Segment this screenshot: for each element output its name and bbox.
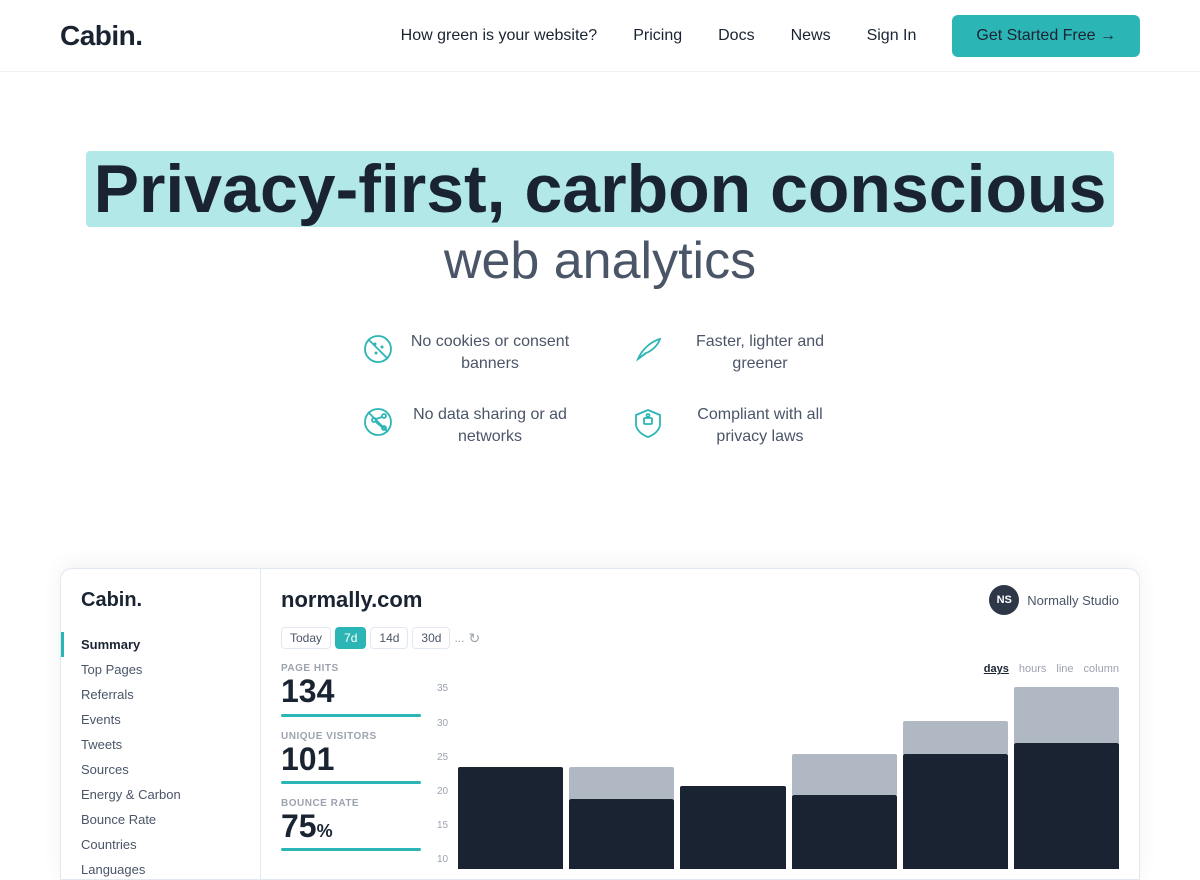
shield-icon: [630, 404, 666, 440]
chart-bar-1: [458, 683, 563, 869]
sidebar-item-energy[interactable]: Energy & Carbon: [61, 782, 260, 807]
sidebar-item-tweets[interactable]: Tweets: [61, 732, 260, 757]
sidebar-item-summary[interactable]: Summary: [61, 632, 260, 657]
feature-faster: Faster, lighter and greener: [630, 331, 840, 376]
navbar: Cabin. How green is your website? Pricin…: [0, 0, 1200, 72]
sidebar-item-referrals[interactable]: Referrals: [61, 682, 260, 707]
chart-bar-2: [569, 683, 674, 869]
hero-section: Privacy-first, carbon conscious web anal…: [0, 72, 1200, 568]
sidebar-item-events[interactable]: Events: [61, 707, 260, 732]
chart-bar-6: [1014, 683, 1119, 869]
time-filters: Today 7d 14d 30d ... ↻: [281, 627, 1119, 649]
dashboard-domain: normally.com: [281, 587, 422, 613]
nav-link-how-green[interactable]: How green is your website?: [401, 27, 598, 45]
chart-ctrl-days[interactable]: days: [984, 663, 1009, 675]
metric-page-hits: PAGE HITS 134: [281, 663, 421, 716]
filter-today[interactable]: Today: [281, 627, 331, 649]
bounce-rate-value: 75%: [281, 809, 421, 844]
chart-ctrl-hours[interactable]: hours: [1019, 663, 1047, 675]
sidebar-item-bounce[interactable]: Bounce Rate: [61, 807, 260, 832]
filter-30d[interactable]: 30d: [412, 627, 450, 649]
chart-bar-4: [792, 683, 897, 869]
hero-title-highlight: Privacy-first, carbon conscious: [86, 151, 1115, 227]
dashboard-logo: Cabin.: [61, 589, 260, 632]
dashboard-preview: Cabin. Summary Top Pages Referrals Event…: [60, 568, 1140, 880]
dashboard-user: NS Normally Studio: [989, 585, 1119, 615]
user-name: Normally Studio: [1027, 593, 1119, 608]
refresh-icon[interactable]: ↻: [468, 630, 480, 647]
page-hits-bar: [281, 714, 421, 717]
filter-7d[interactable]: 7d: [335, 627, 366, 649]
unique-visitors-label: UNIQUE VISITORS: [281, 731, 421, 742]
nav-links: How green is your website? Pricing Docs …: [401, 15, 1140, 57]
dashboard-header: normally.com NS Normally Studio: [281, 585, 1119, 615]
hero-title: Privacy-first, carbon conscious: [86, 152, 1115, 227]
logo[interactable]: Cabin.: [60, 20, 143, 52]
no-cookie-icon: [360, 331, 396, 367]
chart-controls: days hours line column: [437, 663, 1119, 675]
nav-link-pricing[interactable]: Pricing: [633, 27, 682, 45]
chart-ctrl-column[interactable]: column: [1084, 663, 1119, 675]
feature-faster-text: Faster, lighter and greener: [680, 331, 840, 376]
chart-bars-area: 35 30 25 20 15 10: [437, 683, 1119, 873]
features-grid: No cookies or consent banners Faster, li…: [300, 331, 900, 449]
sidebar-item-top-pages[interactable]: Top Pages: [61, 657, 260, 682]
sidebar-item-sources[interactable]: Sources: [61, 757, 260, 782]
dashboard-sidebar: Cabin. Summary Top Pages Referrals Event…: [61, 569, 261, 879]
feature-no-sharing-text: No data sharing or ad networks: [410, 404, 570, 449]
feature-no-sharing: No data sharing or ad networks: [360, 404, 570, 449]
nav-link-news[interactable]: News: [791, 27, 831, 45]
no-share-icon: [360, 404, 396, 440]
metric-unique-visitors: UNIQUE VISITORS 101: [281, 731, 421, 784]
chart-bar-3: [680, 683, 785, 869]
nav-link-signin[interactable]: Sign In: [867, 27, 917, 45]
feature-compliant: Compliant with all privacy laws: [630, 404, 840, 449]
chart-bar-5: [903, 683, 1008, 869]
unique-visitors-bar: [281, 781, 421, 784]
chart-bars: [458, 683, 1119, 869]
feature-no-cookies: No cookies or consent banners: [360, 331, 570, 376]
dashboard-content: PAGE HITS 134 UNIQUE VISITORS 101 BOUNCE…: [281, 663, 1119, 873]
cta-button[interactable]: Get Started Free →: [952, 15, 1140, 57]
page-hits-value: 134: [281, 674, 421, 709]
chart-ctrl-line[interactable]: line: [1056, 663, 1073, 675]
filter-14d[interactable]: 14d: [370, 627, 408, 649]
feather-icon: [630, 331, 666, 367]
feature-compliant-text: Compliant with all privacy laws: [680, 404, 840, 449]
dashboard-main: normally.com NS Normally Studio Today 7d…: [261, 569, 1139, 879]
bounce-rate-bar: [281, 848, 421, 851]
metrics-panel: PAGE HITS 134 UNIQUE VISITORS 101 BOUNCE…: [281, 663, 421, 873]
sidebar-item-languages[interactable]: Languages: [61, 857, 260, 880]
avatar: NS: [989, 585, 1019, 615]
chart-y-labels: 35 30 25 20 15 10: [437, 683, 448, 869]
feature-no-cookies-text: No cookies or consent banners: [410, 331, 570, 376]
filter-more[interactable]: ...: [454, 631, 464, 645]
nav-link-docs[interactable]: Docs: [718, 27, 754, 45]
sidebar-item-countries[interactable]: Countries: [61, 832, 260, 857]
hero-subtitle: web analytics: [60, 231, 1140, 291]
unique-visitors-value: 101: [281, 742, 421, 777]
chart-area: days hours line column 35 30 25 20 15 10: [437, 663, 1119, 873]
